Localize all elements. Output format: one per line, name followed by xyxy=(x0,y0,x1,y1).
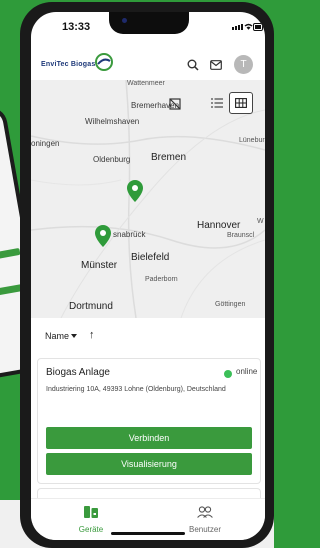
list-view-icon xyxy=(211,98,223,108)
nav-item-devices[interactable]: Geräte xyxy=(51,505,131,534)
chevron-down-icon[interactable] xyxy=(71,334,77,338)
device-card: Biogas Anlage online Industriering 10A, … xyxy=(37,358,261,484)
signal-icon xyxy=(232,24,243,30)
view-toggle xyxy=(205,92,255,114)
wifi-icon xyxy=(244,22,253,32)
map-label-luneburg: Lünebur xyxy=(239,137,265,144)
map-label-dortmund: Dortmund xyxy=(69,301,113,312)
map-label-osnabruck: snabrück xyxy=(113,230,146,239)
map-label-bremen: Bremen xyxy=(151,152,187,163)
sort-direction-icon[interactable]: ↑ xyxy=(89,329,95,341)
map-pin-icon[interactable] xyxy=(127,180,143,202)
map-label-paderborn: Paderborn xyxy=(145,276,178,283)
nav-item-users[interactable]: Benutzer xyxy=(165,505,245,534)
connect-button[interactable]: Verbinden xyxy=(46,427,252,449)
devices-icon xyxy=(84,506,98,518)
status-bar: 13:33 xyxy=(31,12,265,42)
users-icon xyxy=(197,506,213,518)
grid-view-icon xyxy=(235,98,247,108)
search-icon[interactable] xyxy=(187,59,199,71)
map-label-hannover: Hannover xyxy=(197,220,241,231)
user-avatar[interactable]: T xyxy=(234,55,253,74)
envitec-logo-icon xyxy=(95,53,113,71)
battery-icon xyxy=(253,23,263,31)
online-status-icon xyxy=(224,370,232,378)
map-label-wattenmeer: Wattenmeer xyxy=(127,80,165,87)
map-label-braunschweig: Braunscl xyxy=(227,232,255,239)
app-bar: EnviTec Biogas T xyxy=(31,46,265,80)
visualize-button[interactable]: Visualisierung xyxy=(46,453,252,475)
device-status: online xyxy=(236,367,258,376)
mail-icon[interactable] xyxy=(210,60,222,70)
device-map[interactable]: Wattenmeer Bremerhaven Wilhelmshaven oni… xyxy=(31,80,265,318)
status-time: 13:33 xyxy=(62,21,91,33)
sort-field-select[interactable]: Name xyxy=(45,331,69,341)
envitec-logo-text: EnviTec Biogas xyxy=(41,61,96,68)
app-screen: 13:33 EnviTec Biogas T Wattenmeer Bremer… xyxy=(31,12,265,540)
sort-bar: Name ↑ xyxy=(31,328,265,348)
map-label-wolfsburg: W xyxy=(257,218,264,225)
map-label-groningen: oningen xyxy=(31,139,60,148)
map-label-bielefeld: Bielefeld xyxy=(131,252,170,263)
list-view-button[interactable] xyxy=(205,92,229,114)
background-green-bar xyxy=(0,247,21,267)
home-indicator xyxy=(111,532,185,535)
map-label-wilhelmshaven: Wilhelmshaven xyxy=(85,117,140,126)
device-address: Industriering 10A, 49393 Lohne (Oldenbur… xyxy=(46,386,226,393)
map-label-munster: Münster xyxy=(81,260,118,271)
camera-notch xyxy=(109,12,189,34)
map-label-gottingen: Göttingen xyxy=(215,301,246,308)
map-pin-icon[interactable] xyxy=(95,225,111,247)
grid-view-button[interactable] xyxy=(229,92,253,114)
map-label-oldenburg: Oldenburg xyxy=(93,155,131,164)
phone-frame: 13:33 EnviTec Biogas T Wattenmeer Bremer… xyxy=(20,2,274,548)
device-name: Biogas Anlage xyxy=(46,367,110,378)
camera-icon xyxy=(122,18,127,23)
map-layer-icon[interactable] xyxy=(169,98,181,110)
